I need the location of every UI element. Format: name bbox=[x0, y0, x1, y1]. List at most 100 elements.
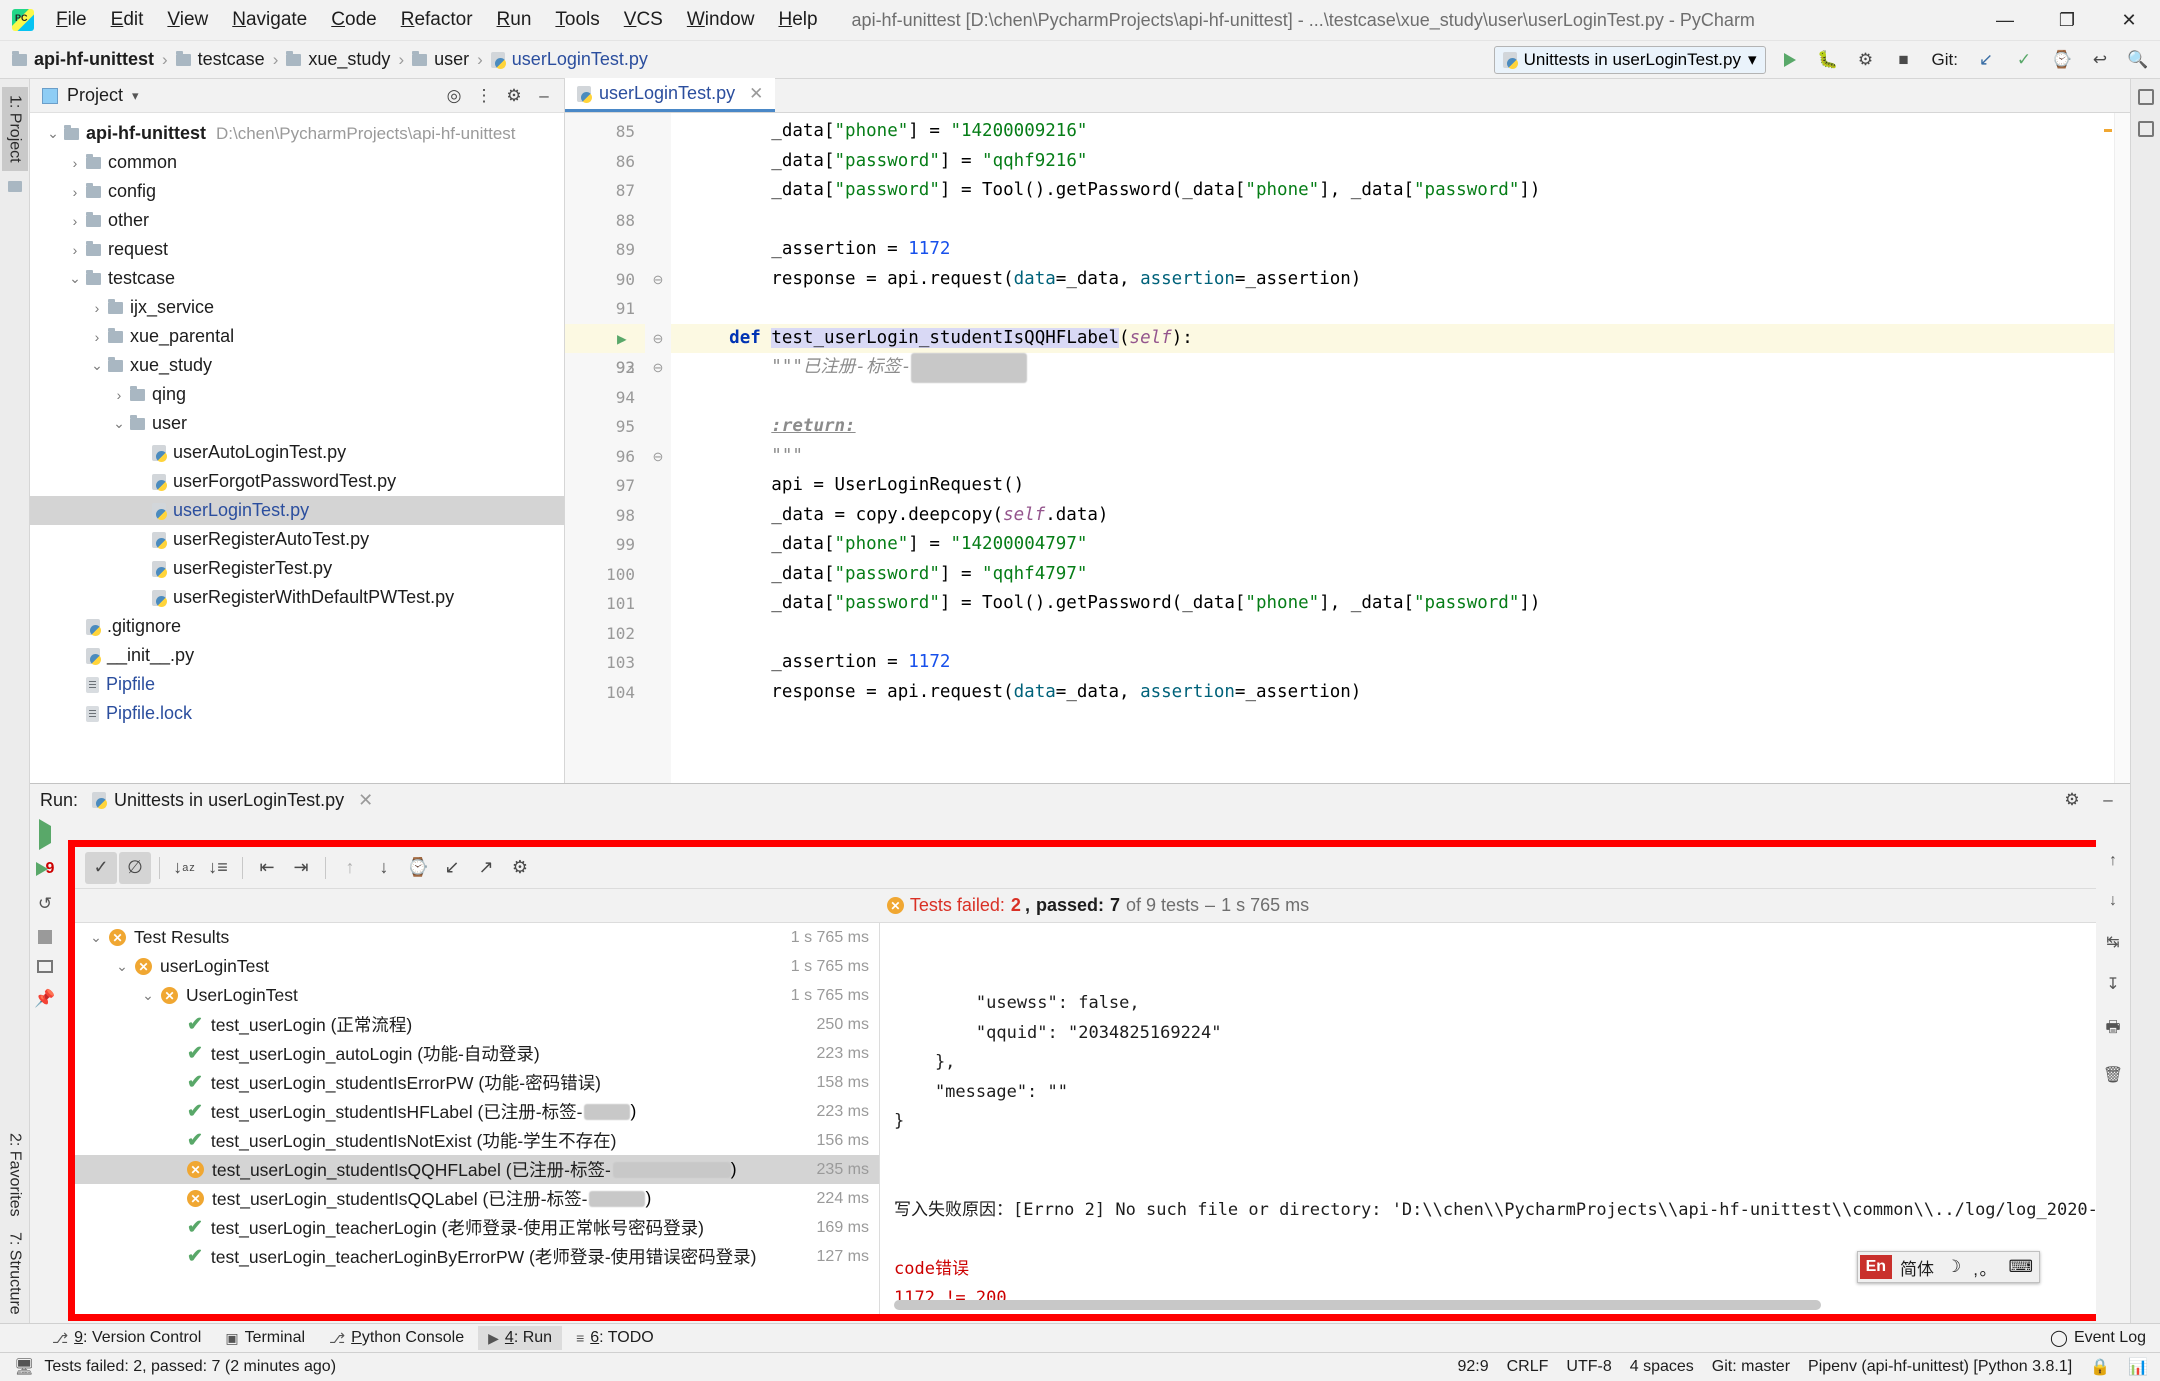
test-result-row[interactable]: ✔ test_userLogin_teacherLoginByErrorPW (老… bbox=[75, 1242, 879, 1271]
project-tree-item[interactable]: ⌄ testcase bbox=[30, 264, 564, 293]
lock-icon[interactable]: 🔒 bbox=[2090, 1357, 2110, 1377]
database-icon[interactable] bbox=[2137, 89, 2154, 105]
toggle-auto-test-icon[interactable]: ↺ bbox=[38, 894, 52, 914]
menu-item-help[interactable]: Help bbox=[766, 5, 829, 35]
tool-window-button-versioncontrol[interactable]: ⎇ 9: Version Control bbox=[42, 1326, 211, 1350]
maximize-button[interactable]: ❐ bbox=[2036, 0, 2098, 41]
chevron-down-icon[interactable]: ▾ bbox=[132, 88, 139, 104]
stop-icon[interactable] bbox=[38, 930, 52, 944]
chevron-right-icon[interactable]: › bbox=[64, 242, 86, 258]
file-encoding[interactable]: UTF-8 bbox=[1566, 1358, 1611, 1376]
run-icon[interactable] bbox=[1776, 46, 1804, 74]
history-icon[interactable]: ⌚ bbox=[2048, 46, 2076, 74]
chevron-down-icon[interactable]: ⌄ bbox=[64, 270, 86, 287]
project-tree-item[interactable]: ⌄ user bbox=[30, 409, 564, 438]
chevron-down-icon[interactable]: ⌄ bbox=[109, 958, 135, 975]
code-line[interactable] bbox=[671, 383, 2130, 413]
git-branch[interactable]: Git: master bbox=[1712, 1358, 1790, 1376]
test-result-row[interactable]: ✕ test_userLogin_studentIsQQHFLabel (已注册-… bbox=[75, 1155, 879, 1184]
hide-icon[interactable]: – bbox=[2094, 786, 2122, 814]
editor-tab-userlogintest[interactable]: userLoginTest.py ✕ bbox=[565, 78, 776, 112]
code-line[interactable]: _data["password"] = Tool().getPassword(_… bbox=[671, 589, 2130, 619]
scroll-down-icon[interactable]: ↓ bbox=[2109, 892, 2117, 910]
menu-item-view[interactable]: View bbox=[155, 5, 220, 35]
menu-item-code[interactable]: Code bbox=[319, 5, 388, 35]
project-tree-item[interactable]: › other bbox=[30, 206, 564, 235]
git-commit-icon[interactable]: ✓ bbox=[2010, 46, 2038, 74]
test-result-row[interactable]: ✔ test_userLogin_studentIsHFLabel (已注册-标签… bbox=[75, 1097, 879, 1126]
print-icon[interactable]: 🖶 bbox=[2105, 1016, 2120, 1043]
menu-item-edit[interactable]: Edit bbox=[99, 5, 156, 35]
error-stripe-marker[interactable] bbox=[2104, 129, 2112, 132]
chevron-down-icon[interactable]: ⌄ bbox=[83, 929, 109, 946]
code-line[interactable] bbox=[671, 294, 2130, 324]
expand-all-icon[interactable]: ⇤ bbox=[251, 852, 283, 884]
next-failed-icon[interactable]: ↓ bbox=[368, 852, 400, 884]
import-results-icon[interactable]: ↙ bbox=[436, 852, 468, 884]
code-line[interactable]: api = UserLoginRequest() bbox=[671, 471, 2130, 501]
soft-wrap-icon[interactable]: ↹ bbox=[2106, 932, 2119, 952]
punctuation-icon[interactable]: , 。 bbox=[1967, 1255, 2002, 1280]
project-tree-item[interactable]: userAutoLoginTest.py bbox=[30, 438, 564, 467]
fold-marker[interactable]: ⊖ bbox=[645, 324, 671, 354]
chevron-down-icon[interactable]: ⌄ bbox=[86, 357, 108, 374]
project-tree-item[interactable]: userRegisterWithDefaultPWTest.py bbox=[30, 583, 564, 612]
breadcrumb-item-api-hf-unittest[interactable]: api-hf-unittest bbox=[12, 49, 154, 70]
project-tree-item[interactable]: › ijx_service bbox=[30, 293, 564, 322]
code-line[interactable]: _assertion = 1172 bbox=[671, 235, 2130, 265]
rerun-icon[interactable] bbox=[39, 819, 51, 850]
indent-setting[interactable]: 4 spaces bbox=[1630, 1358, 1694, 1376]
test-result-row[interactable]: ✔ test_userLogin_studentIsErrorPW (功能-密码错… bbox=[75, 1068, 879, 1097]
code-line[interactable]: _data["password"] = "qqhf4797" bbox=[671, 560, 2130, 590]
menu-item-window[interactable]: Window bbox=[675, 5, 767, 35]
menu-item-vcs[interactable]: VCS bbox=[612, 5, 675, 35]
menu-item-run[interactable]: Run bbox=[485, 5, 544, 35]
code-line[interactable]: _data["phone"] = "14200009216" bbox=[671, 117, 2130, 147]
settings-gear-icon[interactable]: ⚙ bbox=[500, 82, 528, 110]
minimize-button[interactable]: — bbox=[1974, 0, 2036, 41]
project-tree-item[interactable]: __init__.py bbox=[30, 641, 564, 670]
sidebar-tab-structure[interactable]: 7: Structure bbox=[2, 1224, 28, 1323]
console-hscrollbar[interactable] bbox=[894, 1300, 1821, 1310]
test-result-row[interactable]: ⌄ ✕ userLoginTest 1 s 765 ms bbox=[75, 952, 879, 981]
export-results-icon[interactable]: ↗ bbox=[470, 852, 502, 884]
sort-alphabetically-icon[interactable]: ↓ a z bbox=[168, 852, 200, 884]
undo-icon[interactable]: ↩ bbox=[2086, 46, 2114, 74]
project-tree-item[interactable]: userForgotPasswordTest.py bbox=[30, 467, 564, 496]
sidebar-tab-favorites[interactable]: 2: Favorites bbox=[2, 1125, 28, 1225]
tool-window-button-terminal[interactable]: ▣ Terminal bbox=[215, 1326, 315, 1350]
code-line[interactable]: _data["password"] = "qqhf9216" bbox=[671, 147, 2130, 177]
project-tree-item[interactable]: ⌄ xue_study bbox=[30, 351, 564, 380]
rerun-failed-icon[interactable]: 9 bbox=[35, 860, 54, 878]
ime-language-label[interactable]: 简体 bbox=[1894, 1255, 1940, 1280]
code-line[interactable]: """已注册-标签- bbox=[671, 353, 2130, 383]
code-line[interactable] bbox=[671, 206, 2130, 236]
line-separator[interactable]: CRLF bbox=[1507, 1358, 1549, 1376]
test-result-row[interactable]: ⌄ ✕ Test Results 1 s 765 ms bbox=[75, 923, 879, 952]
hide-ignored-icon[interactable]: ∅ bbox=[119, 851, 151, 884]
project-tree-item[interactable]: › qing bbox=[30, 380, 564, 409]
chevron-right-icon[interactable]: › bbox=[86, 329, 108, 345]
code-line[interactable]: :return: bbox=[671, 412, 2130, 442]
code-line[interactable]: _data = copy.deepcopy(self.data) bbox=[671, 501, 2130, 531]
sciview-icon[interactable] bbox=[2137, 121, 2154, 137]
breadcrumb-item-testcase[interactable]: testcase bbox=[175, 49, 265, 70]
stop-icon[interactable]: ■ bbox=[1890, 46, 1918, 74]
chevron-right-icon[interactable]: › bbox=[108, 387, 130, 403]
sidebar-tab-project[interactable]: 1: Project bbox=[1, 87, 28, 171]
breadcrumb-item-user[interactable]: user bbox=[412, 49, 469, 70]
project-tree-item[interactable]: › request bbox=[30, 235, 564, 264]
close-icon[interactable]: ✕ bbox=[749, 84, 763, 104]
ime-mode-badge[interactable]: En bbox=[1859, 1255, 1893, 1279]
close-button[interactable]: ✕ bbox=[2098, 0, 2160, 41]
sort-by-duration-icon[interactable]: ↓≡ bbox=[202, 852, 234, 884]
tool-window-button-run[interactable]: ▶ 4: Run bbox=[478, 1326, 563, 1350]
keyboard-icon[interactable]: ⌨ bbox=[2002, 1257, 2039, 1277]
moon-icon[interactable]: ☽ bbox=[1940, 1257, 1967, 1277]
tool-window-button-pythonconsole[interactable]: ⎇ Python Console bbox=[319, 1326, 474, 1350]
search-everywhere-icon[interactable]: 🔍 bbox=[2124, 46, 2152, 74]
memory-icon[interactable]: 📊 bbox=[2128, 1357, 2148, 1377]
menu-item-refactor[interactable]: Refactor bbox=[389, 5, 485, 35]
run-configuration-selector[interactable]: Unittests in userLoginTest.py ▾ bbox=[1493, 45, 1766, 74]
show-passed-icon[interactable]: ✓ bbox=[85, 851, 117, 884]
